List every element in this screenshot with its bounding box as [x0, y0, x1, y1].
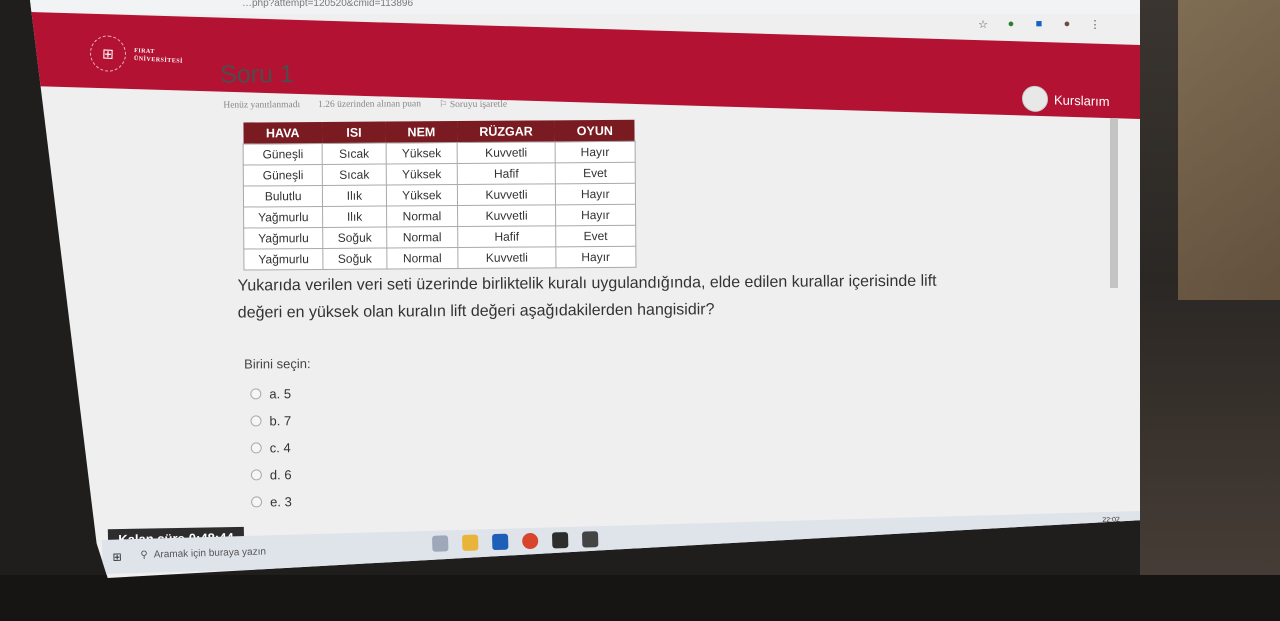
table-cell: Yağmurlu	[243, 248, 324, 271]
tray-date: 15.05.2020	[1084, 524, 1121, 533]
flag-icon: ⚐	[438, 100, 450, 111]
windows-start-icon[interactable]: ⊞	[112, 550, 122, 563]
table-cell: Evet	[554, 162, 636, 184]
chrome-icon[interactable]	[521, 532, 539, 550]
monitor-screen: …php?attempt=120520&cmid=113896 ⊞ FIRAT …	[30, 0, 1140, 578]
answer-options: a. 5 b. 7 c. 4 d. 6 e. 3	[250, 380, 292, 515]
url-text: …php?attempt=120520&cmid=113896	[242, 0, 414, 9]
answer-prompt: Birini seçin:	[244, 356, 311, 372]
quiz-content: Soru 1 Henüz yanıtlanmadı 1.26 üzerinden…	[30, 52, 1140, 530]
option-label: e. 3	[270, 494, 292, 510]
column-header: HAVA	[242, 121, 323, 145]
option-label: c. 4	[269, 440, 291, 456]
menu-dots-icon[interactable]: ⋮	[1088, 17, 1102, 31]
answer-option[interactable]: a. 5	[250, 380, 291, 407]
table-cell: Kuvvetli	[457, 204, 556, 227]
app-icon[interactable]	[551, 531, 569, 549]
column-header: RÜZGAR	[457, 120, 555, 143]
table-cell: Hayır	[555, 246, 636, 268]
table-cell: Ilık	[322, 206, 387, 228]
table-cell: Yüksek	[385, 163, 458, 186]
table-cell: Hafif	[457, 225, 556, 248]
system-tray[interactable]: 22:02 15.05.2020	[1085, 517, 1120, 534]
extension-icon[interactable]: ●	[1004, 17, 1018, 31]
table-row: Yağmurlu Ilık Normal Kuvvetli Hayır	[243, 204, 636, 229]
search-icon: ⚲	[140, 549, 148, 561]
question-info: Henüz yanıtlanmadı 1.26 üzerinden alınan…	[223, 99, 507, 112]
table-cell: Hayır	[554, 141, 636, 163]
table-cell: Yüksek	[385, 142, 458, 165]
app-icon[interactable]	[581, 531, 599, 548]
option-label: d. 6	[269, 467, 292, 483]
table-cell: Ilık	[322, 185, 387, 207]
monitor-bezel	[0, 575, 1280, 621]
profile-icon[interactable]: ●	[1060, 17, 1074, 31]
answer-option[interactable]: d. 6	[250, 461, 292, 488]
search-placeholder: Aramak için buraya yazın	[153, 545, 267, 561]
file-explorer-icon[interactable]	[461, 534, 479, 551]
table-cell: Soğuk	[323, 227, 387, 249]
column-header: NEM	[385, 121, 458, 144]
option-label: b. 7	[269, 413, 292, 429]
table-cell: Normal	[386, 247, 459, 270]
flag-question-label: Soruyu işaretle	[449, 99, 508, 111]
table-cell: Bulutlu	[243, 185, 323, 208]
mail-icon[interactable]	[491, 533, 509, 551]
table-row: Bulutlu Ilık Yüksek Kuvvetli Hayır	[243, 183, 636, 208]
column-header: ISI	[322, 121, 386, 144]
page-scrollbar[interactable]	[1110, 118, 1118, 288]
weather-data-table: HAVA ISI NEM RÜZGAR OYUN Güneşli Sıcak Y…	[242, 119, 636, 271]
radio-button[interactable]	[250, 415, 262, 427]
table-cell: Kuvvetli	[458, 246, 556, 269]
question-title: Soru 1	[220, 60, 294, 89]
tray-time: 22:02	[1102, 516, 1120, 525]
table-row: Yağmurlu Soğuk Normal Kuvvetli Hayır	[243, 246, 636, 271]
bookmark-star-icon[interactable]: ☆	[976, 17, 990, 31]
table-cell: Soğuk	[323, 248, 387, 270]
radio-button[interactable]	[250, 442, 262, 454]
answer-option[interactable]: e. 3	[251, 488, 292, 515]
table-cell: Sıcak	[322, 143, 386, 165]
browser-address-bar[interactable]: …php?attempt=120520&cmid=113896	[30, 0, 1140, 14]
answer-option[interactable]: c. 4	[250, 434, 292, 461]
question-points: 1.26 üzerinden alınan puan	[318, 99, 422, 110]
table-row: Yağmurlu Soğuk Normal Hafif Evet	[243, 225, 636, 250]
option-label: a. 5	[269, 386, 292, 402]
taskbar-search[interactable]: ⚲ Aramak için buraya yazın	[140, 539, 360, 565]
table-cell: Normal	[386, 226, 459, 249]
extension-icon[interactable]: ■	[1032, 17, 1046, 31]
answer-option[interactable]: b. 7	[250, 407, 291, 434]
table-cell: Yağmurlu	[243, 227, 324, 250]
radio-button[interactable]	[251, 496, 263, 508]
table-cell: Kuvvetli	[457, 183, 556, 206]
taskbar-apps	[432, 531, 599, 552]
question-text: Yukarıda verilen veri seti üzerinde birl…	[237, 272, 937, 322]
table-cell: Kuvvetli	[457, 141, 555, 164]
table-cell: Hafif	[457, 162, 556, 185]
browser-toolbar: ☆ ● ■ ● ⋮	[976, 17, 1102, 31]
table-cell: Normal	[386, 205, 458, 228]
radio-button[interactable]	[250, 388, 262, 400]
table-cell: Güneşli	[243, 143, 323, 166]
table-cell: Sıcak	[322, 164, 386, 186]
radio-button[interactable]	[250, 469, 262, 481]
column-header: OYUN	[554, 119, 635, 142]
table-cell: Hayır	[555, 183, 636, 205]
table-cell: Evet	[555, 225, 636, 247]
table-row: Güneşli Sıcak Yüksek Hafif Evet	[243, 162, 636, 187]
table-cell: Yüksek	[385, 184, 458, 207]
flag-question-link[interactable]: ⚐ Soruyu işaretle	[439, 99, 507, 110]
table-cell: Yağmurlu	[243, 206, 324, 229]
question-status: Henüz yanıtlanmadı	[223, 100, 301, 111]
table-header-row: HAVA ISI NEM RÜZGAR OYUN	[242, 119, 635, 145]
wall-paper	[1178, 0, 1280, 300]
table-cell: Hayır	[555, 204, 636, 226]
table-cell: Güneşli	[243, 164, 323, 187]
task-view-icon[interactable]	[432, 535, 449, 552]
table-row: Güneşli Sıcak Yüksek Kuvvetli Hayır	[243, 141, 636, 166]
